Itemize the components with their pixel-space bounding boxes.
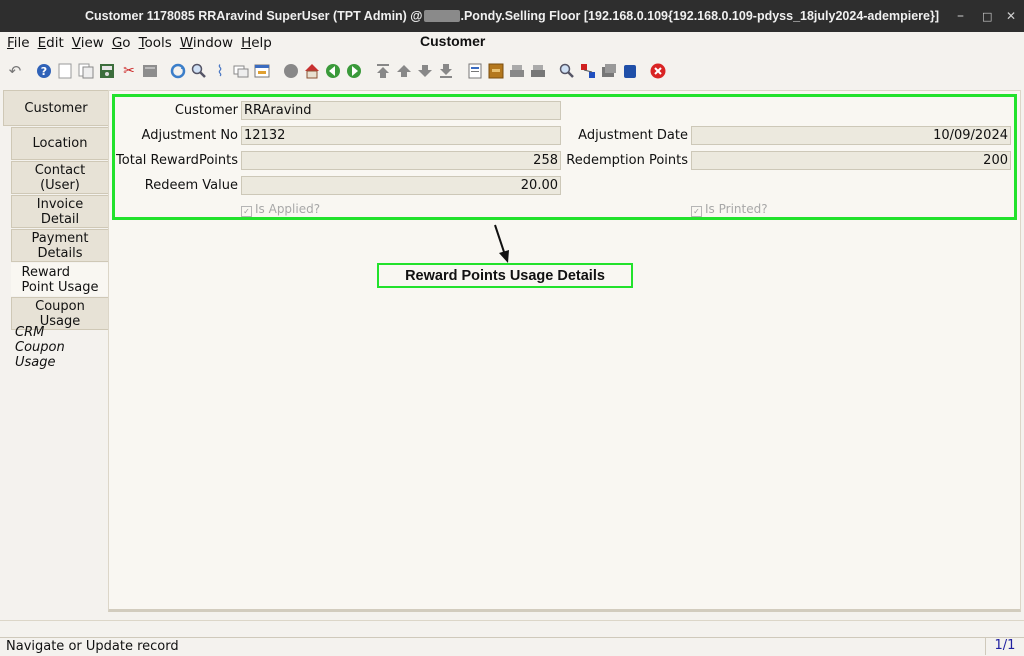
- chat-icon[interactable]: [233, 63, 249, 79]
- redacted-host: [423, 10, 460, 22]
- menu-window[interactable]: Window: [180, 35, 233, 51]
- toolbar: ↶ ? ✂ ⌇: [0, 57, 1024, 85]
- attachment-icon[interactable]: ⌇: [212, 63, 228, 79]
- menu-help[interactable]: Help: [241, 35, 272, 51]
- copy-record-icon[interactable]: [78, 63, 94, 79]
- window-title-left: Customer 1178085 RRAravind SuperUser (TP…: [84, 9, 423, 23]
- forward-icon[interactable]: [346, 63, 362, 79]
- menu-view[interactable]: View: [72, 35, 104, 51]
- tab-invoice-detail[interactable]: Invoice Detail: [11, 195, 108, 228]
- grid-toggle-icon[interactable]: [254, 63, 270, 79]
- tab-payment-details[interactable]: Payment Details: [11, 229, 108, 262]
- close-icon: ✕: [1006, 9, 1017, 23]
- tab-reward-point-usage[interactable]: Reward Point Usage: [11, 263, 108, 296]
- status-message: Navigate or Update record: [6, 639, 179, 654]
- home-icon[interactable]: [304, 63, 320, 79]
- new-record-icon[interactable]: [57, 63, 73, 79]
- undo-icon[interactable]: ↶: [7, 63, 23, 79]
- first-record-icon[interactable]: [375, 63, 391, 79]
- refresh-icon[interactable]: [170, 63, 186, 79]
- print-icon[interactable]: [530, 63, 546, 79]
- delete-icon[interactable]: ✂: [121, 63, 137, 79]
- product-info-icon[interactable]: [601, 63, 617, 79]
- annotation-label: Reward Points Usage Details: [377, 263, 633, 288]
- close-button[interactable]: ✕: [1006, 0, 1016, 32]
- last-record-icon[interactable]: [438, 63, 454, 79]
- maximize-button[interactable]: □: [982, 0, 992, 32]
- tab-strip: Customer Location Contact (User) Invoice D…: [0, 90, 110, 620]
- print-preview-icon[interactable]: [509, 63, 525, 79]
- next-record-icon[interactable]: [417, 63, 433, 79]
- window-title-right: .Pondy.Selling Floor [192.168.0.109{192.…: [460, 9, 940, 23]
- minimize-button[interactable]: –: [957, 0, 964, 32]
- menu-file[interactable]: File: [7, 35, 30, 51]
- info-strip: [0, 620, 1024, 637]
- tab-customer[interactable]: Customer: [3, 90, 108, 126]
- annotation-arrow-icon: [494, 224, 509, 263]
- highlight-frame: [112, 94, 1017, 220]
- menu-go[interactable]: Go: [112, 35, 131, 51]
- find-icon[interactable]: [191, 63, 207, 79]
- maximize-icon: □: [982, 9, 993, 23]
- zoom-across-icon[interactable]: [559, 63, 575, 79]
- menu-bar: File Edit View Go Tools Window Help: [0, 32, 1024, 54]
- history-icon[interactable]: [283, 63, 299, 79]
- exit-icon[interactable]: [650, 63, 666, 79]
- archive-icon[interactable]: [488, 63, 504, 79]
- tab-contact[interactable]: Contact (User): [11, 161, 108, 194]
- request-icon[interactable]: [622, 63, 638, 79]
- tab-crm-coupon-usage[interactable]: CRM Coupon Usage: [11, 325, 108, 370]
- delete-selection-icon[interactable]: [142, 63, 158, 79]
- help-icon[interactable]: ?: [36, 63, 52, 79]
- status-bar: Navigate or Update record 1/1: [0, 637, 1024, 656]
- menu-edit[interactable]: Edit: [38, 35, 64, 51]
- menu-tools[interactable]: Tools: [139, 35, 172, 51]
- svg-text:?: ?: [41, 65, 47, 78]
- tab-location[interactable]: Location: [11, 127, 108, 160]
- window-title: Customer: [420, 33, 486, 49]
- back-icon[interactable]: [325, 63, 341, 79]
- title-bar: Customer 1178085 RRAravind SuperUser (TP…: [0, 0, 1024, 32]
- minimize-icon: –: [957, 8, 964, 24]
- previous-record-icon[interactable]: [396, 63, 412, 79]
- workflow-icon[interactable]: [580, 63, 596, 79]
- report-icon[interactable]: [467, 63, 483, 79]
- save-icon[interactable]: [99, 63, 115, 79]
- record-counter[interactable]: 1/1: [985, 638, 1024, 655]
